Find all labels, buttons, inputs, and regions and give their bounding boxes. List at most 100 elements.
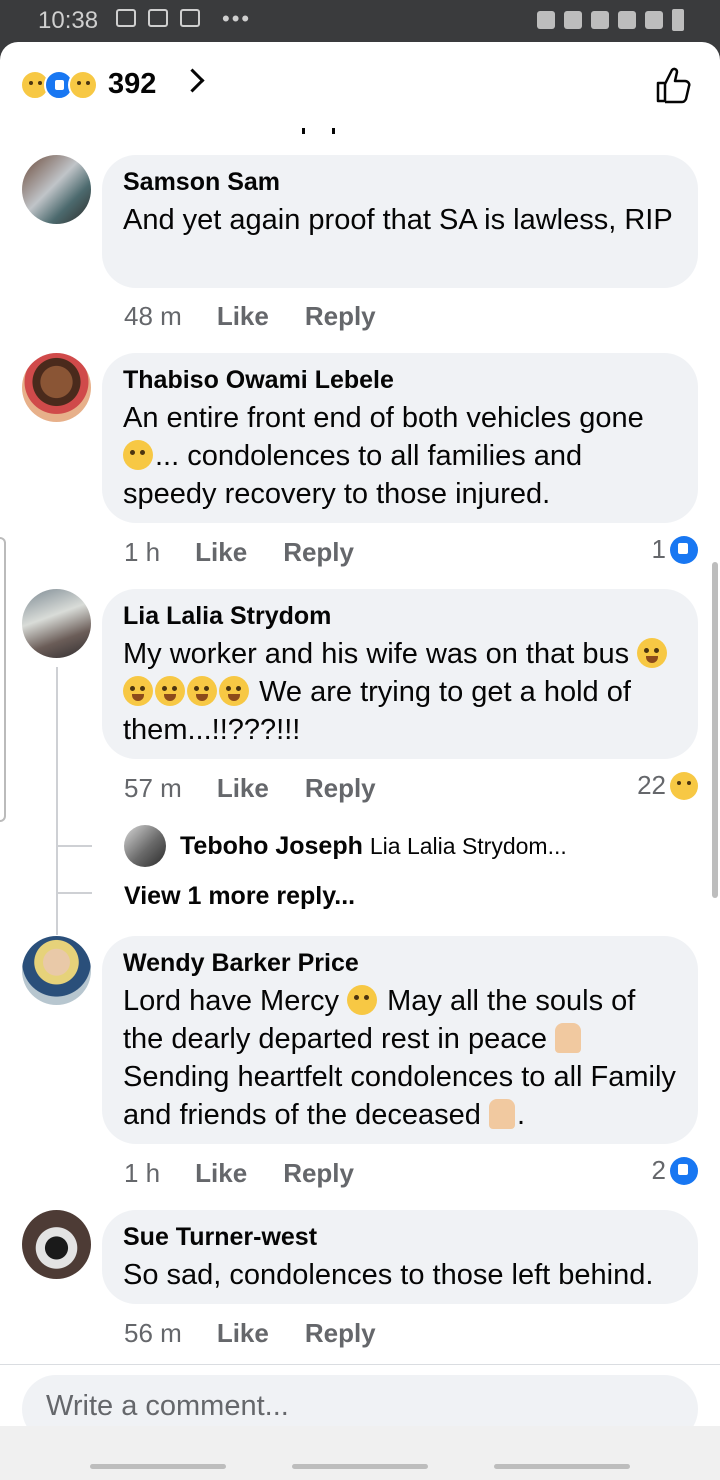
reply-button[interactable]: Reply: [305, 301, 376, 332]
back-button[interactable]: [494, 1464, 630, 1469]
system-nav-bar: [0, 1426, 720, 1480]
like-outline-icon[interactable]: [655, 66, 691, 104]
reply-preview[interactable]: Teboho Joseph Lia Lalia Strydom...: [124, 825, 567, 867]
recent-apps-button[interactable]: [90, 1464, 226, 1469]
like-button[interactable]: Like: [195, 537, 247, 568]
comment-time[interactable]: 57 m: [124, 773, 182, 804]
more-notifications-icon: •••: [222, 6, 252, 31]
avatar[interactable]: [22, 1210, 91, 1279]
sleepy-emoji-icon: [347, 985, 378, 1015]
comment-text-part: .: [517, 1099, 526, 1131]
crying-emoji-icon: [219, 676, 249, 706]
download-icon: [180, 9, 200, 27]
notification-icons: [116, 9, 200, 27]
comment-actions: 56 m Like Reply: [124, 1318, 376, 1349]
sheet-header: 392: [0, 42, 720, 122]
alarm-icon: [537, 11, 555, 29]
comment-text: And yet again proof that SA is lawless, …: [123, 204, 673, 236]
comment-actions: 1 h Like Reply: [124, 1158, 354, 1189]
praying-hands-icon: [489, 1099, 515, 1129]
avatar[interactable]: [22, 353, 91, 422]
comment-time[interactable]: 56 m: [124, 1318, 182, 1349]
reply-button[interactable]: Reply: [283, 1158, 354, 1189]
crying-emoji-icon: [123, 676, 153, 706]
comment-text: An entire front end of both vehicles gon…: [123, 399, 676, 513]
reaction-count: 392: [108, 68, 157, 100]
avatar[interactable]: [22, 589, 91, 658]
thread-connector: [56, 845, 92, 847]
comment-time[interactable]: 48 m: [124, 301, 182, 332]
comment-author[interactable]: Wendy Barker Price: [123, 948, 676, 978]
truncated-text: [298, 124, 338, 134]
signal-icon: [645, 11, 663, 29]
comment-text: Lord have Mercy May all the souls of the…: [123, 982, 676, 1134]
comment-bubble: Thabiso Owami Lebele An entire front end…: [102, 353, 698, 523]
comment-text-part: My worker and his wife was on that bus: [123, 638, 630, 670]
comment-bubble: Sue Turner-west So sad, condolences to t…: [102, 1210, 698, 1304]
like-button[interactable]: Like: [195, 1158, 247, 1189]
like-icon: [670, 1156, 698, 1185]
comment-bubble: Lia Lalia Strydom My worker and his wife…: [102, 589, 698, 759]
comment-author[interactable]: Lia Lalia Strydom: [123, 601, 676, 631]
sad-icon: [670, 771, 698, 800]
comment-text: My worker and his wife was on that bus W…: [123, 635, 676, 749]
reaction-count: 2: [651, 1155, 666, 1185]
reaction-count: 22: [637, 770, 666, 800]
scrollbar[interactable]: [712, 562, 718, 898]
comment-reactions[interactable]: 22: [637, 770, 698, 801]
scroll-indicator: [0, 537, 6, 822]
view-more-replies-link[interactable]: View 1 more reply...: [124, 882, 355, 911]
comment-actions: 1 h Like Reply: [124, 537, 354, 568]
comment-actions: 57 m Like Reply: [124, 773, 376, 804]
thread-connector: [56, 892, 92, 894]
home-button[interactable]: [292, 1464, 428, 1469]
battery-icon: [672, 9, 684, 31]
chevron-right-icon[interactable]: [180, 68, 205, 93]
reactions-summary[interactable]: 392: [20, 68, 156, 101]
reply-button[interactable]: Reply: [305, 1318, 376, 1349]
avatar[interactable]: [22, 155, 91, 224]
crying-emoji-icon: [637, 638, 668, 668]
comments-sheet: 392 Samson Sam And yet again proof that …: [0, 42, 720, 1480]
wow-icon: [68, 69, 98, 100]
status-bar: 10:38 •••: [0, 0, 720, 42]
comment-reactions[interactable]: 2: [652, 1155, 698, 1186]
comment-text: So sad, condolences to those left behind…: [123, 1259, 654, 1291]
praying-hands-icon: [555, 1023, 582, 1053]
comment-text-part: Lord have Mercy: [123, 985, 339, 1017]
comment-time[interactable]: 1 h: [124, 537, 160, 568]
comment-author[interactable]: Sue Turner-west: [123, 1222, 676, 1252]
avatar[interactable]: [124, 825, 166, 867]
gallery-icon: [116, 9, 136, 27]
mute-icon: [564, 11, 582, 29]
comment-text-part: Sending heartfelt condolences to all Fam…: [123, 1061, 676, 1131]
reply-button[interactable]: Reply: [305, 773, 376, 804]
reply-author[interactable]: Teboho Joseph: [180, 832, 363, 861]
wifi-icon: [591, 11, 609, 29]
comment-reactions[interactable]: 1: [652, 534, 698, 565]
comment-text-part: ... condolences to all families and spee…: [123, 440, 583, 510]
signal-icon: [618, 11, 636, 29]
flushed-emoji-icon: [123, 440, 153, 470]
comment-time[interactable]: 1 h: [124, 1158, 160, 1189]
reaction-count: 1: [651, 534, 666, 564]
crying-emoji-icon: [155, 676, 185, 706]
crying-emoji-icon: [187, 676, 217, 706]
status-time: 10:38: [38, 7, 99, 34]
download-icon: [148, 9, 168, 27]
avatar[interactable]: [22, 936, 91, 1005]
comment-input[interactable]: [44, 1389, 668, 1424]
like-icon: [670, 535, 698, 564]
system-icons: [537, 9, 684, 31]
like-button[interactable]: Like: [217, 301, 269, 332]
comment-bubble: Wendy Barker Price Lord have Mercy May a…: [102, 936, 698, 1144]
comment-actions: 48 m Like Reply: [124, 301, 376, 332]
comment-text-part: An entire front end of both vehicles gon…: [123, 402, 644, 434]
reply-snippet: Lia Lalia Strydom...: [369, 832, 567, 859]
comment-author[interactable]: Samson Sam: [123, 167, 676, 197]
comment-author[interactable]: Thabiso Owami Lebele: [123, 365, 676, 395]
comment-bubble: Samson Sam And yet again proof that SA i…: [102, 155, 698, 288]
reply-button[interactable]: Reply: [283, 537, 354, 568]
like-button[interactable]: Like: [217, 1318, 269, 1349]
like-button[interactable]: Like: [217, 773, 269, 804]
